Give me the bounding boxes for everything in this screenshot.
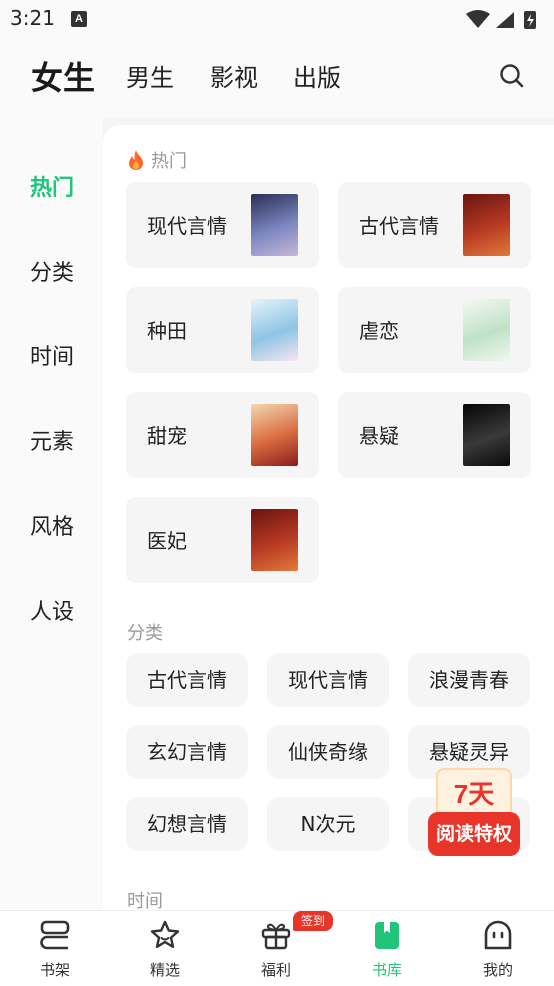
star-icon [150, 920, 180, 948]
hot-card-ancient-romance[interactable]: 古代言情 [338, 182, 531, 268]
section-title-category: 分类 [127, 623, 163, 644]
status-time: 3:21 [10, 6, 55, 30]
book-cover-image [463, 194, 510, 256]
category-pill[interactable]: 仙侠奇缘 [267, 725, 389, 779]
category-pill[interactable]: 浪漫青春 [408, 653, 530, 707]
tab-female[interactable]: 女生 [31, 53, 95, 99]
hot-card-label: 虐恋 [359, 319, 399, 343]
category-pill[interactable]: 现代言情 [267, 653, 389, 707]
tab-label: 书库 [371, 961, 402, 979]
sidebar-item-persona[interactable]: 人设 [30, 594, 74, 626]
category-pill[interactable]: 幻想言情 [126, 797, 248, 851]
tab-male[interactable]: 男生 [126, 58, 174, 93]
tab-library[interactable]: 书库 [332, 911, 442, 986]
tab-film[interactable]: 影视 [210, 58, 258, 93]
hot-card-label: 甜宠 [147, 424, 187, 448]
tab-profile[interactable]: 我的 [443, 911, 553, 986]
section-title-hot: 热门 [127, 147, 187, 173]
sidebar-item-hot[interactable]: 热门 [30, 170, 74, 202]
hot-card-sweet-pampering[interactable]: 甜宠 [126, 392, 319, 478]
hot-card-label: 现代言情 [147, 214, 227, 238]
flame-icon [129, 150, 143, 170]
hot-card-medical-consort[interactable]: 医妃 [126, 497, 319, 583]
sidebar-item-element[interactable]: 元素 [30, 424, 74, 456]
tab-label: 书架 [39, 961, 70, 979]
hot-card-label: 医妃 [147, 529, 187, 553]
book-cover-image [251, 194, 298, 256]
reading-privilege-promo[interactable]: 7天 阅读特权 [428, 766, 520, 858]
sidebar-item-style[interactable]: 风格 [30, 509, 74, 541]
search-icon[interactable] [498, 62, 526, 90]
hot-card-modern-romance[interactable]: 现代言情 [126, 182, 319, 268]
gift-icon [261, 923, 291, 950]
book-cover-image [251, 404, 298, 466]
top-navigation: 女生 男生 影视 出版 [0, 38, 554, 118]
section-title-hot-label: 热门 [151, 151, 187, 172]
book-cover-image [251, 509, 298, 571]
bookshelf-icon [40, 920, 70, 950]
sign-in-badge: 签到 [293, 911, 333, 931]
promo-label: 阅读特权 [428, 812, 520, 856]
category-pill[interactable]: 玄幻言情 [126, 725, 248, 779]
tab-publish[interactable]: 出版 [293, 58, 341, 93]
notification-a-icon: A [71, 11, 87, 27]
hot-card-label: 悬疑 [359, 424, 399, 448]
promo-days: 7天 [453, 779, 495, 809]
sidebar-item-category[interactable]: 分类 [30, 255, 74, 287]
hot-card-farming[interactable]: 种田 [126, 287, 319, 373]
book-cover-image [251, 299, 298, 361]
profile-icon [484, 920, 512, 950]
hot-card-angst-romance[interactable]: 虐恋 [338, 287, 531, 373]
sidebar: 热门 分类 时间 元素 风格 人设 [0, 118, 103, 910]
status-bar: 3:21 A [0, 0, 554, 38]
book-icon [375, 922, 399, 949]
book-cover-image [463, 404, 510, 466]
tab-bookshelf[interactable]: 书架 [0, 911, 110, 986]
tab-label: 我的 [482, 961, 513, 979]
status-indicators-icon [466, 10, 536, 29]
tab-label: 精选 [149, 961, 180, 979]
hot-card-label: 种田 [147, 319, 187, 343]
category-pill[interactable]: 古代言情 [126, 653, 248, 707]
section-title-time: 时间 [127, 891, 163, 910]
bottom-tab-bar: 书架 精选 福利 书库 我的 签到 [0, 910, 554, 986]
category-pill[interactable]: N次元 [267, 797, 389, 851]
hot-card-label: 古代言情 [359, 214, 439, 238]
sidebar-item-time[interactable]: 时间 [30, 339, 74, 371]
hot-card-mystery[interactable]: 悬疑 [338, 392, 531, 478]
book-cover-image [463, 299, 510, 361]
tab-featured[interactable]: 精选 [110, 911, 220, 986]
tab-label: 福利 [260, 961, 291, 979]
